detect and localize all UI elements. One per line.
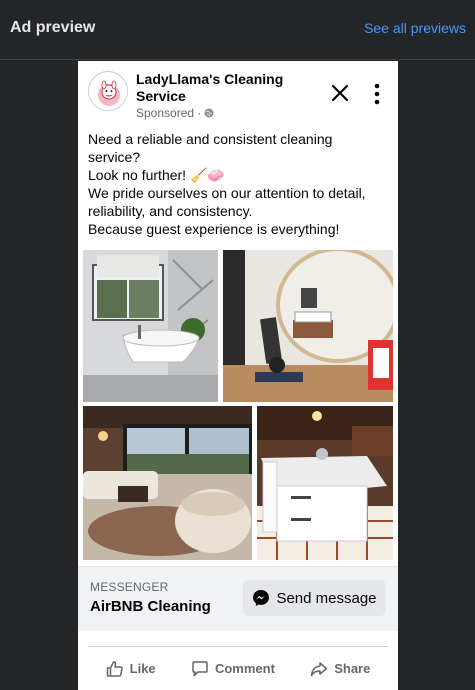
llama-logo-icon (90, 73, 127, 110)
globe-icon (204, 108, 214, 118)
messenger-icon (253, 590, 270, 606)
ad-card: LadyLlama's Cleaning Service Sponsored ·… (78, 61, 398, 690)
sponsored-label: Sponsored · (136, 106, 214, 120)
comment-icon (192, 660, 208, 676)
preview-header: Ad preview See all previews (0, 0, 475, 60)
send-message-button[interactable]: Send message (243, 580, 386, 616)
close-icon[interactable] (330, 83, 350, 103)
send-message-label: Send message (276, 589, 377, 607)
comment-label: Comment (214, 661, 275, 676)
share-button[interactable]: Share (310, 660, 370, 678)
post-text-line: Need a reliable and consistent cleaning (88, 131, 333, 147)
call-to-action-bar: MESSENGER AirBNB Cleaning Send message (78, 566, 398, 631)
living-room-photo[interactable] (83, 406, 252, 560)
more-options-icon[interactable] (370, 83, 384, 105)
page-name[interactable]: LadyLlama's Cleaning Service (136, 71, 326, 105)
bathroom-tub-photo[interactable] (83, 250, 218, 402)
kitchen-island-photo[interactable] (257, 406, 393, 560)
post-header: LadyLlama's Cleaning Service Sponsored · (78, 61, 398, 123)
thumbs-up-icon (106, 660, 123, 677)
cta-source: MESSENGER (90, 580, 169, 594)
sponsored-text: Sponsored · (136, 106, 202, 120)
post-text-line: Look no further! 🧹🧼 (88, 167, 225, 183)
page-avatar[interactable] (88, 71, 128, 111)
preview-title: Ad preview (10, 19, 96, 36)
post-text-line: Because guest experience is everything! (88, 221, 340, 237)
post-text-line: service? (88, 149, 141, 165)
post-text-line: We pride ourselves on our attention to d… (88, 185, 366, 201)
share-label: Share (334, 661, 371, 676)
post-actions: Like Comment Share (88, 646, 388, 690)
bedroom-mirror-photo[interactable] (223, 250, 393, 402)
like-button[interactable]: Like (106, 660, 156, 678)
share-icon (310, 661, 328, 676)
post-text: Need a reliable and consistent cleaning … (88, 130, 388, 238)
comment-button[interactable]: Comment (191, 660, 275, 678)
post-text-line: reliability, and consistency. (88, 203, 253, 219)
cta-headline: AirBNB Cleaning (90, 598, 211, 615)
like-label: Like (129, 661, 156, 676)
see-all-previews-link[interactable]: See all previews (364, 20, 466, 36)
